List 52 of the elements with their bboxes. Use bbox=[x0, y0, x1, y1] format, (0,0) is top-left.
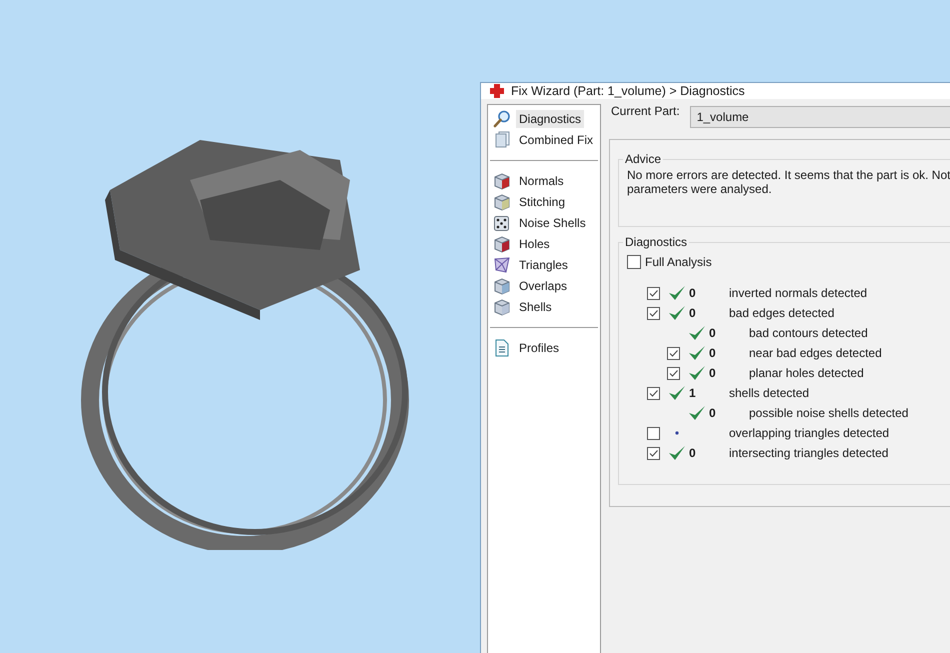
sidebar-item[interactable]: Combined Fix bbox=[490, 129, 598, 150]
checkbox[interactable] bbox=[667, 366, 680, 380]
advice-text: No more errors are detected. It seems that the part is ok. Not parameters were analysed. bbox=[627, 168, 950, 198]
cube-icon bbox=[493, 172, 511, 190]
sidebar-item[interactable]: Overlaps bbox=[490, 275, 598, 296]
count-value: 0 bbox=[709, 326, 716, 340]
diagnostic-label: bad edges detected bbox=[729, 306, 834, 320]
diagnostic-label: intersecting triangles detected bbox=[729, 446, 888, 460]
diagnostic-label: bad contours detected bbox=[749, 326, 868, 340]
window-title: Fix Wizard (Part: 1_volume) > Diagnostics bbox=[511, 84, 745, 98]
checkbox[interactable] bbox=[647, 446, 660, 460]
diagnostic-label: shells detected bbox=[729, 386, 810, 400]
checkbox[interactable] bbox=[627, 255, 641, 269]
sidebar-item[interactable]: Normals bbox=[490, 170, 598, 191]
cube-icon bbox=[493, 234, 511, 252]
sidebar-item[interactable]: Profiles bbox=[490, 337, 598, 358]
sidebar-item[interactable]: Shells bbox=[490, 296, 598, 317]
current-part-field[interactable]: 1_volume bbox=[690, 106, 950, 128]
cube-icon bbox=[493, 192, 511, 210]
sidebar-item[interactable]: Noise Shells bbox=[490, 212, 598, 233]
triangle-mesh-icon bbox=[493, 256, 511, 274]
diagnostic-label: planar holes detected bbox=[749, 366, 864, 380]
count-value: 0 bbox=[709, 406, 716, 420]
checkbox[interactable] bbox=[647, 286, 660, 300]
diagnostic-label: overlapping triangles detected bbox=[729, 426, 890, 440]
sidebar-item[interactable]: Triangles bbox=[490, 254, 598, 275]
count-value: 0 bbox=[689, 446, 696, 460]
group-title: Diagnostics bbox=[624, 235, 688, 249]
pages-icon bbox=[493, 130, 511, 148]
dice-icon bbox=[493, 214, 511, 232]
count-value: 0 bbox=[709, 366, 716, 380]
count-value: 0 bbox=[689, 306, 696, 320]
sidebar-item[interactable]: Holes bbox=[490, 233, 598, 254]
diagnostic-label: inverted normals detected bbox=[729, 286, 868, 300]
checkbox[interactable] bbox=[667, 346, 680, 360]
diagnostic-label: possible noise shells detected bbox=[749, 406, 908, 420]
cube-icon bbox=[493, 298, 511, 316]
checkbox[interactable] bbox=[647, 426, 660, 440]
sidebar-item[interactable]: Stitching bbox=[490, 191, 598, 212]
magnifier-icon bbox=[493, 110, 511, 128]
count-value: 0 bbox=[709, 346, 716, 360]
cube-icon bbox=[493, 276, 511, 294]
checkbox[interactable] bbox=[647, 306, 660, 320]
diagnostic-label: near bad edges detected bbox=[749, 346, 882, 360]
document-icon bbox=[493, 338, 511, 356]
checkbox-label: Full Analysis bbox=[645, 255, 712, 269]
count-value: 1 bbox=[689, 386, 696, 400]
group-title: Advice bbox=[624, 152, 662, 166]
field-label: Current Part: bbox=[611, 104, 680, 118]
count-value: 0 bbox=[689, 286, 696, 300]
cross-icon bbox=[489, 83, 505, 99]
checkbox[interactable] bbox=[647, 386, 660, 400]
